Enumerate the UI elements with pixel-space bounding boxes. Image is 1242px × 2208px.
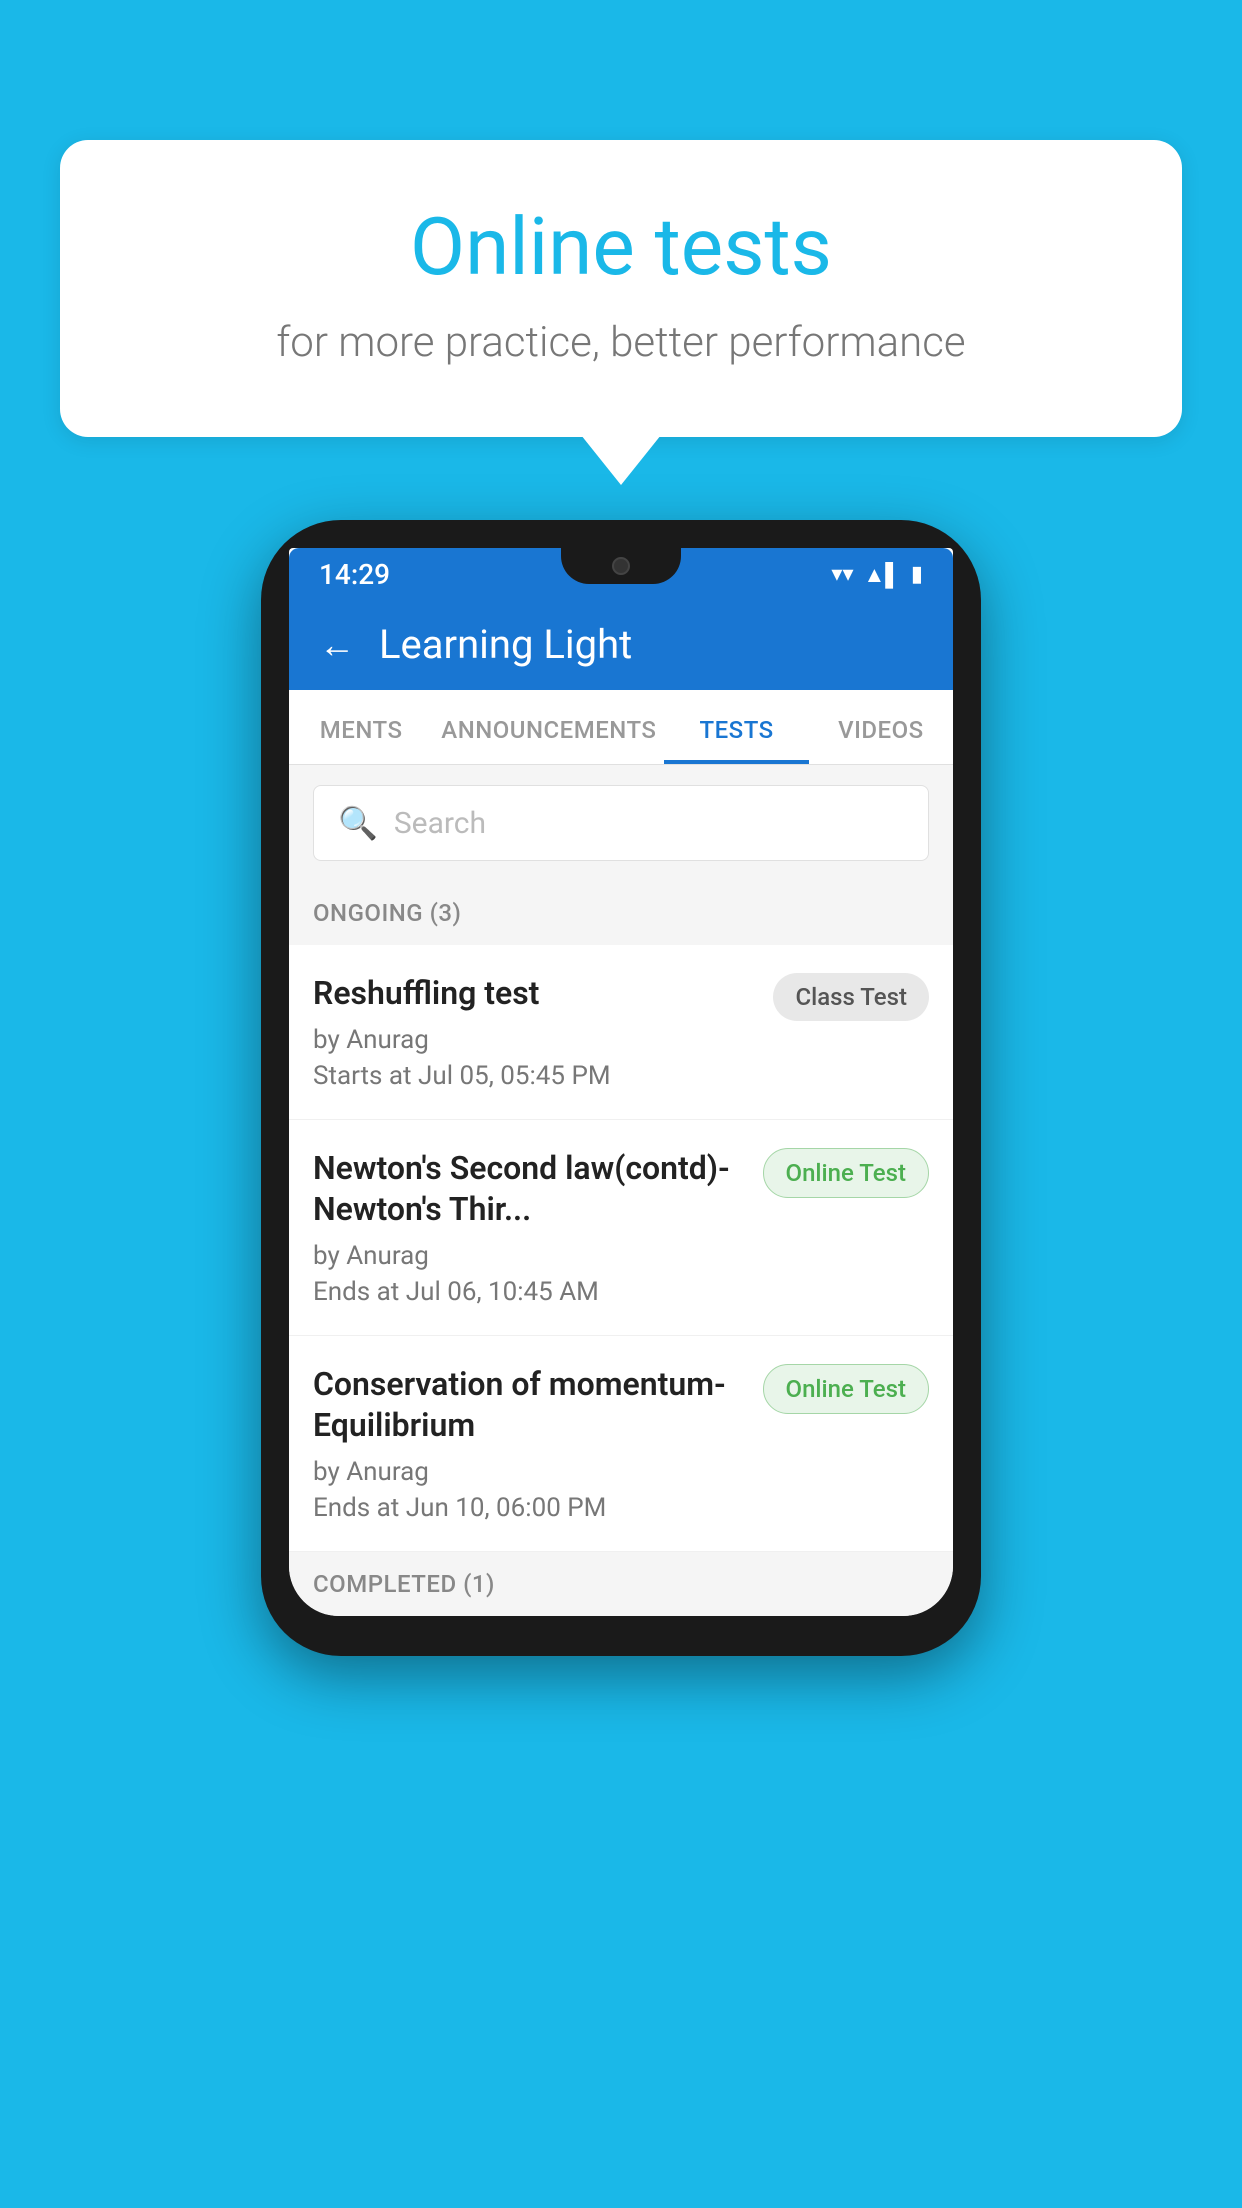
test-info-conservation: Conservation of momentum-Equilibrium by … [313, 1364, 743, 1523]
test-time-newtons: Ends at Jul 06, 10:45 AM [313, 1277, 743, 1307]
test-author-newtons: by Anurag [313, 1241, 743, 1271]
test-time-reshuffling: Starts at Jul 05, 05:45 PM [313, 1061, 753, 1091]
tabs-container: MENTS ANNOUNCEMENTS TESTS VIDEOS [289, 690, 953, 765]
test-author-reshuffling: by Anurag [313, 1025, 753, 1055]
phone-camera [612, 557, 630, 575]
speech-bubble-subtitle: for more practice, better performance [140, 318, 1102, 367]
search-bar[interactable]: 🔍 Search [313, 785, 929, 861]
phone-screen: 14:29 ▾▾ ▲▌ ▮ ← Learning Light MENTS ANN… [289, 548, 953, 1616]
test-badge-newtons: Online Test [763, 1148, 929, 1198]
test-name-conservation: Conservation of momentum-Equilibrium [313, 1364, 743, 1447]
search-container: 🔍 Search [289, 765, 953, 881]
tab-announcements[interactable]: ANNOUNCEMENTS [433, 690, 664, 764]
tab-ments[interactable]: MENTS [289, 690, 433, 764]
status-icons: ▾▾ ▲▌ ▮ [831, 562, 923, 588]
test-info-newtons: Newton's Second law(contd)-Newton's Thir… [313, 1148, 743, 1307]
app-title: Learning Light [379, 621, 632, 668]
app-header: ← Learning Light [289, 599, 953, 690]
status-time: 14:29 [319, 558, 390, 591]
speech-bubble: Online tests for more practice, better p… [60, 140, 1182, 437]
phone-wrapper: 14:29 ▾▾ ▲▌ ▮ ← Learning Light MENTS ANN… [261, 520, 981, 1656]
battery-icon: ▮ [911, 562, 923, 587]
signal-icon: ▲▌ [864, 562, 901, 588]
test-name-reshuffling: Reshuffling test [313, 973, 753, 1015]
phone-notch [561, 548, 681, 584]
test-item-conservation[interactable]: Conservation of momentum-Equilibrium by … [289, 1336, 953, 1552]
test-author-conservation: by Anurag [313, 1457, 743, 1487]
speech-bubble-container: Online tests for more practice, better p… [60, 140, 1182, 437]
back-button[interactable]: ← [319, 624, 355, 666]
phone-frame: 14:29 ▾▾ ▲▌ ▮ ← Learning Light MENTS ANN… [261, 520, 981, 1656]
ongoing-section-header: ONGOING (3) [289, 881, 953, 945]
test-name-newtons: Newton's Second law(contd)-Newton's Thir… [313, 1148, 743, 1231]
speech-bubble-title: Online tests [140, 200, 1102, 294]
test-info-reshuffling: Reshuffling test by Anurag Starts at Jul… [313, 973, 753, 1091]
completed-section-title: COMPLETED (1) [313, 1570, 495, 1598]
wifi-icon: ▾▾ [831, 562, 853, 587]
test-item-newtons[interactable]: Newton's Second law(contd)-Newton's Thir… [289, 1120, 953, 1336]
search-placeholder: Search [394, 806, 486, 841]
test-badge-conservation: Online Test [763, 1364, 929, 1414]
test-time-conservation: Ends at Jun 10, 06:00 PM [313, 1493, 743, 1523]
test-badge-reshuffling: Class Test [773, 973, 929, 1021]
test-item-reshuffling[interactable]: Reshuffling test by Anurag Starts at Jul… [289, 945, 953, 1120]
search-icon: 🔍 [338, 804, 378, 842]
ongoing-section-title: ONGOING (3) [313, 899, 461, 927]
completed-section-header: COMPLETED (1) [289, 1552, 953, 1616]
tab-videos[interactable]: VIDEOS [809, 690, 953, 764]
tab-tests[interactable]: TESTS [664, 690, 808, 764]
